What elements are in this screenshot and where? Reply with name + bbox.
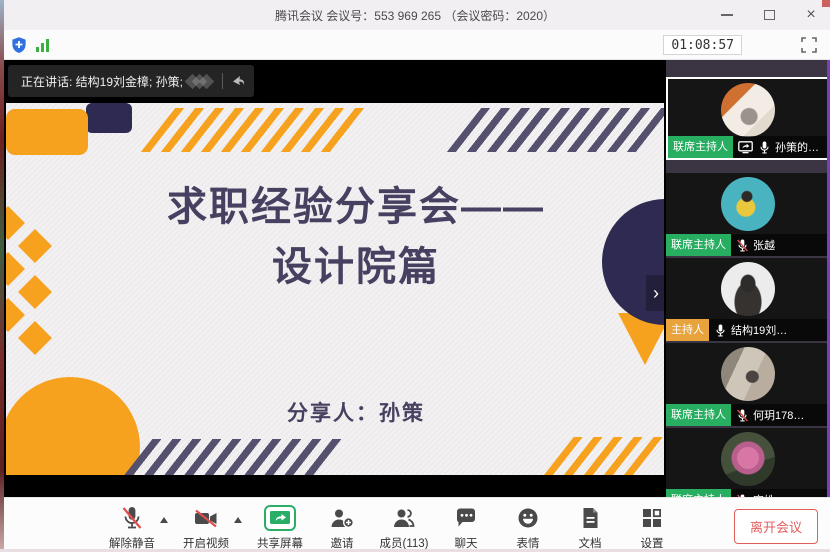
chat-bubble-icon <box>454 505 478 531</box>
slide-deco-stripes-purple-top <box>447 108 664 152</box>
window-title: 腾讯会议 会议号：553 969 265 （会议密码：2020） <box>275 7 555 24</box>
maximize-button[interactable] <box>756 3 782 27</box>
settings-grid-icon <box>640 505 664 531</box>
mic-muted-icon <box>736 408 749 423</box>
titlebar: 腾讯会议 会议号：553 969 265 （会议密码：2020） × <box>0 0 830 30</box>
role-badge: 联席主持人 <box>668 136 733 158</box>
collapse-banner-arrow-icon[interactable] <box>230 74 246 88</box>
document-icon <box>578 505 602 531</box>
next-slide-arrow[interactable]: › <box>646 275 664 311</box>
participants-sidebar: 联席主持人 孙策的屏… 联席主持人 张越 <box>666 60 830 497</box>
participant-tile-jiegou19liu[interactable]: 主持人 结构19刘… <box>666 258 830 341</box>
invite-person-icon <box>329 505 355 531</box>
participant-tile-zhangyue[interactable]: 联席主持人 张越 <box>666 173 830 256</box>
mic-options-caret[interactable] <box>160 517 168 523</box>
slide-title-line2: 设计院篇 <box>86 237 626 297</box>
slide-title-line1: 求职经验分享会—— <box>86 177 626 237</box>
network-signal-icon[interactable] <box>36 38 49 52</box>
avatar-lily-flower <box>721 432 775 486</box>
video-options-caret[interactable] <box>234 517 242 523</box>
slide-title: 求职经验分享会—— 设计院篇 <box>86 177 626 297</box>
avatar-woman-photo <box>721 347 775 401</box>
participant-name: 张越 <box>753 237 830 253</box>
mic-on-icon <box>758 140 771 155</box>
screen-share-area: 正在讲话: 结构19刘金樟; 孙策; 求职经验分享会—— <box>4 60 666 497</box>
slide-deco-orange-square <box>6 109 88 155</box>
statusbar: 01:08:57 <box>0 30 830 60</box>
start-video-button[interactable]: 开启视频 <box>180 505 232 551</box>
slide-deco-navy-rect <box>86 103 132 133</box>
role-badge: 联席主持人 <box>666 489 731 497</box>
participant-tile-songshu[interactable]: 联席主持人 宋姝 <box>666 428 830 497</box>
speaking-banner: 正在讲话: 结构19刘金樟; 孙策; <box>8 65 254 97</box>
screen-share-icon <box>738 141 753 154</box>
slide-deco-stripes-orange-bottom <box>542 437 664 475</box>
meeting-timer: 01:08:57 <box>663 35 742 55</box>
banner-divider <box>222 73 223 89</box>
participant-name: 孙策的屏… <box>775 139 828 155</box>
slide-presenter: 分享人：孙策 <box>86 397 626 427</box>
invite-button[interactable]: 邀请 <box>316 505 368 551</box>
microphone-muted-icon <box>120 505 144 531</box>
slide-deco-stripes-orange-top <box>141 108 365 152</box>
smiley-face-icon <box>516 505 540 531</box>
members-icon <box>391 505 417 531</box>
desktop-edge-left <box>0 0 4 552</box>
close-button[interactable]: × <box>798 3 824 27</box>
avatar-man-photo <box>721 262 775 316</box>
watermark-diamonds-icon <box>191 76 212 87</box>
role-badge: 联席主持人 <box>666 404 731 426</box>
minimize-button[interactable] <box>714 3 740 27</box>
bottom-toolbar: 解除静音 开启视频 共享屏幕 邀请 <box>0 497 830 552</box>
participant-tile-sunce-screen[interactable]: 联席主持人 孙策的屏… <box>666 77 830 160</box>
desktop-corner-top-right <box>822 0 830 7</box>
share-screen-button[interactable]: 共享屏幕 <box>254 505 306 551</box>
meeting-window: 腾讯会议 会议号：553 969 265 （会议密码：2020） × 01:08… <box>0 0 830 552</box>
slide-deco-stripes-purple-bottom <box>120 439 351 475</box>
unmute-button[interactable]: 解除静音 <box>106 505 158 551</box>
meeting-security-shield-icon[interactable] <box>10 36 28 59</box>
members-button[interactable]: 成员(113) <box>378 505 430 551</box>
participant-name: 何玥178… <box>753 407 830 423</box>
presentation-slide: 求职经验分享会—— 设计院篇 分享人：孙策 › <box>6 103 664 475</box>
avatar-cartoon-girl <box>721 177 775 231</box>
mic-muted-icon <box>736 238 749 253</box>
avatar-cat <box>721 83 775 137</box>
docs-button[interactable]: 文档 <box>564 505 616 551</box>
emoji-button[interactable]: 表情 <box>502 505 554 551</box>
chat-button[interactable]: 聊天 <box>440 505 492 551</box>
role-badge: 联席主持人 <box>666 234 731 256</box>
participant-tile-heyue[interactable]: 联席主持人 何玥178… <box>666 343 830 426</box>
role-badge: 主持人 <box>666 319 709 341</box>
settings-button[interactable]: 设置 <box>626 505 678 551</box>
leave-meeting-button[interactable]: 离开会议 <box>734 509 818 544</box>
mic-on-icon <box>714 323 727 338</box>
slide-deco-diamond-cluster <box>6 203 70 353</box>
fullscreen-button[interactable] <box>800 36 818 54</box>
speaking-banner-text: 正在讲话: 结构19刘金樟; 孙策; <box>8 73 183 90</box>
participant-name: 结构19刘… <box>731 322 830 338</box>
camera-off-icon <box>193 505 219 531</box>
share-screen-active-icon <box>264 505 296 531</box>
